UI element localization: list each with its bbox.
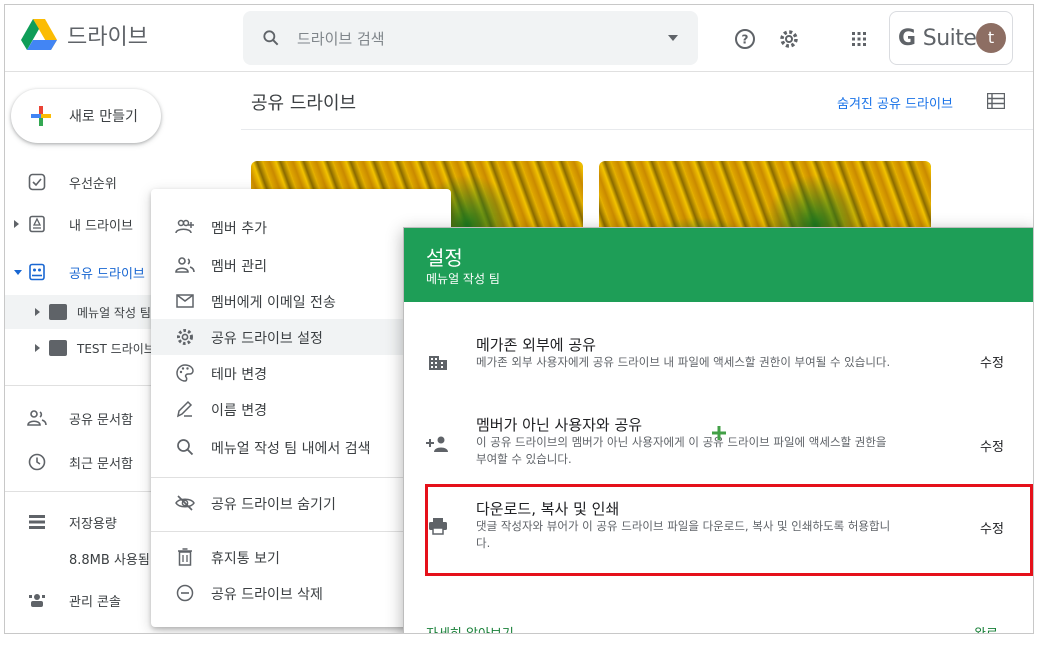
sidebar-item-recent[interactable]: 최근 문서함 <box>5 445 165 479</box>
new-button[interactable]: 새로 만들기 <box>11 89 161 143</box>
shared-drive-label: TEST 드라이브 <box>77 342 155 356</box>
sidebar-divider <box>5 385 155 386</box>
remove-icon <box>175 583 195 603</box>
sidebar-item-label: 우선순위 <box>69 176 117 192</box>
search-bar[interactable]: 드라이브 검색 <box>243 11 698 65</box>
collapse-arrow-icon[interactable] <box>14 269 22 275</box>
menu-item-label: 공유 드라이브 숨기기 <box>211 497 336 513</box>
learn-more-link[interactable]: 자세히 알아보기 <box>426 623 514 633</box>
search-options-icon[interactable] <box>668 35 678 41</box>
sidebar-item-my-drive[interactable]: 내 드라이브 <box>5 207 165 241</box>
header-divider <box>5 71 1033 72</box>
menu-item-label: 메뉴얼 작성 팀 내에서 검색 <box>211 441 371 457</box>
sidebar-item-admin-console[interactable]: 관리 콘솔 <box>5 583 165 617</box>
avatar[interactable]: t <box>976 23 1006 53</box>
sidebar-item-shared-with-me[interactable]: 공유 문서함 <box>5 401 165 435</box>
new-button-label: 새로 만들기 <box>69 109 138 125</box>
dialog-title: 설정 <box>426 246 463 270</box>
help-icon[interactable]: ? <box>733 27 757 51</box>
app-name: 드라이브 <box>67 25 148 50</box>
storage-usage: 8.8MB 사용됨 <box>5 541 165 575</box>
menu-item-label: 이름 변경 <box>211 403 267 419</box>
sidebar-item-label: 관리 콘솔 <box>69 594 121 610</box>
drive-logo[interactable]: 드라이브 <box>21 19 148 51</box>
page-title: 공유 드라이브 <box>251 93 357 114</box>
edit-button[interactable]: 수정 <box>980 436 1004 455</box>
drive-window: 드라이브 드라이브 검색 ? G Suite t 새로 만들기 우선순위 내 드… <box>4 4 1034 634</box>
plus-icon <box>29 104 53 128</box>
setting-title: 메가존 외부에 공유 <box>476 336 596 354</box>
shared-drive-icon <box>49 340 67 356</box>
expand-arrow-icon[interactable] <box>35 344 40 352</box>
rename-icon <box>175 399 195 419</box>
menu-item-label: 공유 드라이브 삭제 <box>211 587 323 603</box>
check-icon <box>27 172 47 192</box>
add-member-icon <box>175 217 195 237</box>
expand-arrow-icon[interactable] <box>35 308 40 316</box>
manage-members-icon <box>175 255 195 275</box>
search-input[interactable]: 드라이브 검색 <box>297 28 385 49</box>
sidebar-item-label: 공유 문서함 <box>69 412 133 428</box>
svg-text:?: ? <box>742 33 749 47</box>
menu-item-label: 멤버에게 이메일 전송 <box>211 295 336 311</box>
setting-row-non-member-sharing: 멤버가 아닌 사용자와 공유 이 공유 드라이브의 멤버가 아닌 사용자에게 이… <box>404 410 1033 490</box>
shared-drive-icon <box>27 262 47 282</box>
menu-item-label: 휴지통 보기 <box>211 551 280 567</box>
dialog-header: 설정 메뉴얼 작성 팀 <box>404 228 1033 302</box>
setting-row-external-sharing: 메가존 외부에 공유 메가존 외부 사용자에게 공유 드라이브 내 파일에 액세… <box>404 324 1033 404</box>
setting-title: 멤버가 아닌 사용자와 공유 <box>476 416 643 434</box>
gsuite-badge[interactable]: G Suite t <box>889 11 1013 65</box>
expand-arrow-icon[interactable] <box>14 220 19 228</box>
move-cursor-icon <box>712 426 726 440</box>
menu-item-label: 공유 드라이브 설정 <box>211 331 323 347</box>
sidebar-item-label: 내 드라이브 <box>69 218 133 234</box>
storage-icon <box>27 512 47 532</box>
apps-grid-icon[interactable] <box>847 27 871 51</box>
hidden-shared-drives-link[interactable]: 숨겨진 공유 드라이브 <box>837 93 953 112</box>
setting-description: 메가존 외부 사용자에게 공유 드라이브 내 파일에 액세스할 권한이 부여될 … <box>476 355 891 369</box>
shared-drive-icon <box>49 304 67 320</box>
search-icon <box>175 437 195 457</box>
sidebar-item-storage[interactable]: 저장용량 <box>5 505 165 539</box>
sidebar-item-priority[interactable]: 우선순위 <box>5 165 165 199</box>
hide-icon <box>175 493 195 513</box>
storage-usage-text: 8.8MB 사용됨 <box>69 552 150 568</box>
shared-drive-label: 메뉴얼 작성 팀 <box>77 306 151 320</box>
sidebar-item-shared-drives[interactable]: 공유 드라이브 <box>5 255 165 289</box>
gsuite-label: G Suite <box>898 25 977 51</box>
sidebar-divider <box>5 491 155 492</box>
drive-icon <box>27 214 47 234</box>
sidebar-item-label: 공유 드라이브 <box>69 266 145 282</box>
domain-icon <box>426 350 450 374</box>
menu-item-label: 멤버 추가 <box>211 221 267 237</box>
trash-icon <box>175 547 195 567</box>
gear-icon[interactable] <box>777 27 801 51</box>
done-button[interactable]: 완료 <box>974 623 998 633</box>
search-icon <box>263 30 279 46</box>
admin-console-icon <box>27 590 47 610</box>
highlight-box <box>425 484 1033 576</box>
shared-drive-item[interactable]: TEST 드라이브 <box>5 331 155 365</box>
setting-description: 이 공유 드라이브의 멤버가 아닌 사용자에게 이 공유 드라이브 파일에 액세… <box>476 435 887 466</box>
main-divider <box>241 129 1033 130</box>
dialog-subtitle: 메뉴얼 작성 팀 <box>426 272 500 286</box>
add-person-icon <box>426 432 450 456</box>
mail-icon <box>175 291 195 311</box>
clock-icon <box>27 452 47 472</box>
people-icon <box>27 408 47 428</box>
sidebar-item-label: 저장용량 <box>69 516 117 532</box>
drive-logo-icon <box>21 19 57 50</box>
palette-icon <box>175 363 195 383</box>
sidebar-item-label: 최근 문서함 <box>69 456 133 472</box>
edit-button[interactable]: 수정 <box>980 352 1004 371</box>
list-view-icon[interactable] <box>987 93 1005 109</box>
shared-drive-item[interactable]: 메뉴얼 작성 팀 <box>5 295 155 329</box>
menu-item-label: 멤버 관리 <box>211 259 267 275</box>
menu-item-label: 테마 변경 <box>211 367 267 383</box>
settings-icon <box>175 327 195 347</box>
